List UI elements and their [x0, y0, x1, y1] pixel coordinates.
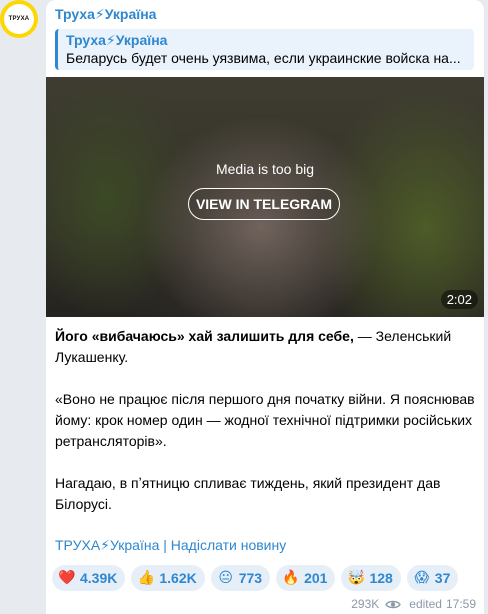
scream-icon: 😱	[414, 570, 430, 586]
media-too-big-message: Media is too big	[215, 161, 315, 177]
post-paragraph-1: Його «вибачаюсь» хай залишить для себе, …	[55, 326, 475, 368]
message-bubble: Труха⚡Україна Труха⚡Україна Беларусь буд…	[46, 0, 484, 614]
view-in-telegram-button[interactable]: VIEW IN TELEGRAM	[188, 188, 340, 220]
channel-avatar[interactable]: ТРУХА	[0, 0, 38, 38]
reply-title: Труха⚡Україна	[66, 32, 168, 48]
heart-icon: ❤️	[58, 570, 76, 586]
reaction-count: 773	[238, 570, 263, 586]
avatar-logo-text: ТРУХА	[4, 4, 34, 34]
reaction-fire[interactable]: 🔥 201	[276, 565, 336, 591]
reaction-scream[interactable]: 😱 37	[406, 565, 459, 591]
message-time: 17:59	[445, 597, 476, 611]
fire-icon: 🔥	[282, 570, 300, 586]
reaction-face[interactable]: 😐 773	[210, 565, 271, 591]
reaction-count: 4.39K	[80, 570, 118, 586]
post-paragraph-3: Нагадаю, в пʼятницю спливає тиждень, яки…	[55, 475, 441, 512]
video-media[interactable]: Media is too big VIEW IN TELEGRAM 2:02	[46, 77, 484, 317]
channel-link[interactable]: ТРУХА⚡Україна | Надіслати новину	[55, 537, 286, 554]
reaction-heart[interactable]: ❤️ 4.39K	[52, 565, 126, 591]
thumbs-up-icon: 👍	[137, 570, 156, 586]
edited-label: edited	[409, 597, 442, 611]
reaction-exploding-head[interactable]: 🤯 128	[341, 565, 401, 591]
reaction-count: 1.62K	[159, 570, 197, 586]
exploding-head-icon: 🤯	[347, 570, 366, 586]
reaction-count: 201	[304, 570, 328, 586]
view-count: 293K	[351, 597, 380, 611]
eye-icon	[385, 600, 402, 608]
video-duration: 2:02	[440, 290, 478, 309]
post-text: Його «вибачаюсь» хай залишить для себе, …	[55, 326, 475, 536]
channel-name[interactable]: Труха⚡Україна	[55, 6, 156, 23]
post-bold-quote: Його «вибачаюсь» хай залишить для себе,	[55, 328, 354, 344]
reply-text: Беларусь будет очень уязвима, если украи…	[66, 50, 461, 66]
reaction-count: 37	[434, 570, 451, 586]
reactions-bar: ❤️ 4.39K 👍 1.62K 😐 773 🔥 201 🤯 128 😱 37	[52, 565, 459, 591]
reaction-thumbs-up[interactable]: 👍 1.62K	[131, 565, 205, 591]
message-meta: 293K edited 17:59	[351, 597, 476, 611]
post-paragraph-2: «Воно не працює після першого дня початк…	[55, 391, 475, 449]
reaction-count: 128	[369, 570, 393, 586]
face-icon: 😐	[218, 570, 234, 586]
reply-preview[interactable]: Труха⚡Україна Беларусь будет очень уязви…	[55, 29, 474, 70]
